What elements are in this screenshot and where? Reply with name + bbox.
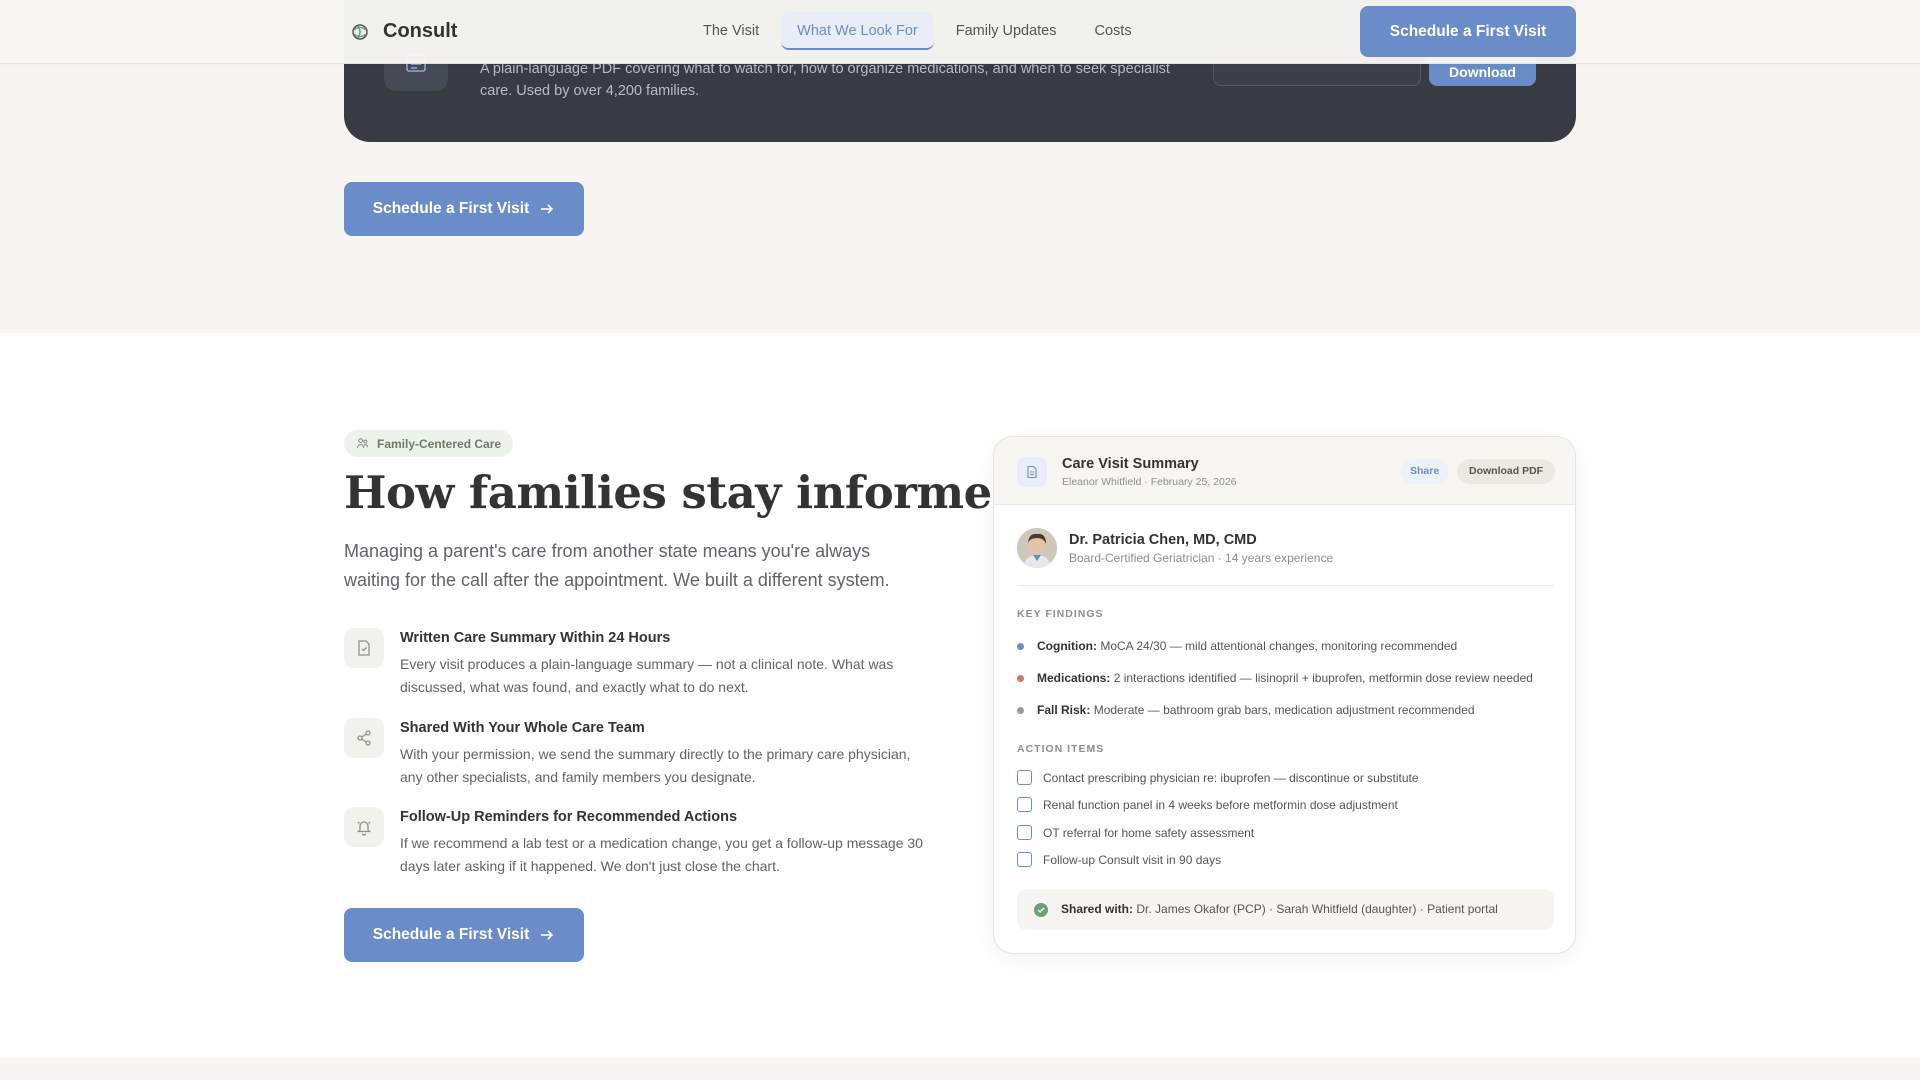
finding-dot <box>1017 707 1024 714</box>
schedule-first-visit-button-top[interactable]: Schedule a First Visit <box>344 182 584 236</box>
nav-schedule-button[interactable]: Schedule a First Visit <box>1360 6 1576 57</box>
doctor-avatar <box>1017 528 1057 568</box>
arrow-right-icon <box>541 930 554 940</box>
key-findings-label: KEY FINDINGS <box>1017 608 1104 620</box>
finding-dot <box>1017 675 1024 682</box>
finding-label: Fall Risk: <box>1037 703 1091 717</box>
feature-title: Follow-Up Reminders for Recommended Acti… <box>400 809 738 825</box>
share-button[interactable]: Share <box>1400 459 1450 484</box>
document-icon <box>1017 457 1047 487</box>
doctor-name: Dr. Patricia Chen, MD, CMD <box>1069 532 1257 548</box>
finding-label: Medications: <box>1037 671 1111 685</box>
arrow-right-icon <box>541 204 554 214</box>
action-checkbox[interactable] <box>1017 852 1032 867</box>
document-check-icon <box>344 628 384 668</box>
feature-description: If we recommend a lab test or a medicati… <box>400 835 923 874</box>
action-text: Follow-up Consult visit in 90 days <box>1043 853 1222 867</box>
top-nav: Consult The Visit What We Look For Famil… <box>0 0 1920 64</box>
doctor-credentials: Board-Certified Geriatrician · 14 years … <box>1069 551 1334 565</box>
action-checkbox[interactable] <box>1017 770 1032 785</box>
action-checkbox[interactable] <box>1017 825 1032 840</box>
card-title: Care Visit Summary <box>1062 456 1199 472</box>
nav-link-costs[interactable]: Costs <box>1079 12 1148 50</box>
card-subtitle: Eleanor Whitfield · February 25, 2026 <box>1062 476 1237 488</box>
section-pill-label: Family-Centered Care <box>377 436 502 451</box>
section-pill: Family-Centered Care <box>344 430 514 457</box>
feature-title: Written Care Summary Within 24 Hours <box>400 630 671 646</box>
logo-mark-icon <box>352 23 368 40</box>
check-circle-icon <box>1034 903 1048 917</box>
feature-description: With your permission, we send the summar… <box>400 746 911 785</box>
shared-recipients: Dr. James Okafor (PCP) · Sarah Whitfield… <box>1136 902 1498 916</box>
shared-label: Shared with: <box>1061 902 1134 916</box>
finding-text: MoCA 24/30 — mild attentional changes, m… <box>1100 639 1458 653</box>
schedule-first-visit-button[interactable]: Schedule a First Visit <box>344 908 584 962</box>
action-checkbox[interactable] <box>1017 797 1032 812</box>
card-header: Care Visit Summary Eleanor Whitfield · F… <box>994 437 1575 505</box>
nav-link-the-visit[interactable]: The Visit <box>687 12 775 50</box>
section-headline: How families stay informed <box>344 466 1023 519</box>
cta-label: Schedule a First Visit <box>372 200 530 217</box>
finding-text: 2 interactions identified — lisinopril +… <box>1113 671 1533 685</box>
share-icon <box>344 718 384 758</box>
care-summary-card: Care Visit Summary Eleanor Whitfield · F… <box>993 436 1576 954</box>
guide-description: A plain-language PDF covering what to wa… <box>480 61 1170 99</box>
nav-link-family-updates[interactable]: Family Updates <box>940 12 1073 50</box>
finding-dot <box>1017 643 1024 650</box>
brand-name: Consult <box>383 20 458 42</box>
shared-with-bar: Shared with: Dr. James Okafor (PCP) · Sa… <box>1017 889 1554 930</box>
finding-label: Cognition: <box>1037 639 1097 653</box>
brand-logo[interactable]: Consult <box>350 20 457 43</box>
cta-label: Schedule a First Visit <box>372 926 530 943</box>
action-text: Contact prescribing physician re: ibupro… <box>1043 771 1419 785</box>
action-text: Renal function panel in 4 weeks before m… <box>1043 798 1398 812</box>
next-section <box>0 1058 1920 1080</box>
nav-link-what-we-look-for[interactable]: What We Look For <box>781 12 934 50</box>
section-lead: Managing a parent's care from another st… <box>344 541 890 590</box>
feature-description: Every visit produces a plain-language su… <box>400 656 894 695</box>
doctor-info: Dr. Patricia Chen, MD, CMD Board-Certifi… <box>1017 528 1554 586</box>
download-pdf-button[interactable]: Download PDF <box>1457 459 1556 484</box>
action-text: OT referral for home safety assessment <box>1043 826 1255 840</box>
feature-title: Shared With Your Whole Care Team <box>400 720 645 736</box>
action-items-label: ACTION ITEMS <box>1017 743 1105 755</box>
bell-icon <box>344 807 384 847</box>
nav-links: The Visit What We Look For Family Update… <box>687 12 1148 50</box>
family-icon <box>356 438 369 449</box>
finding-text: Moderate — bathroom grab bars, medicatio… <box>1093 703 1475 717</box>
